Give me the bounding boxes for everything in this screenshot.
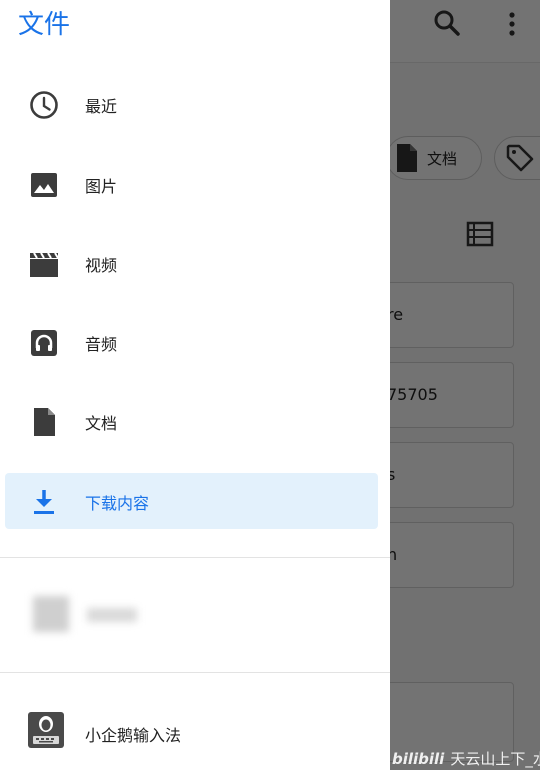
drawer-item-label: 视频 — [85, 256, 118, 275]
drawer-item-documents[interactable]: 文档 — [5, 393, 378, 449]
download-icon — [29, 487, 59, 517]
drawer-item-label: 图片 — [85, 177, 118, 196]
drawer-item-videos[interactable]: 视频 — [5, 235, 378, 291]
storage-device-label-redacted — [87, 608, 137, 622]
drawer-item-label: 文档 — [85, 414, 118, 433]
watermark-text: 天云山上下_水墨 — [450, 750, 540, 768]
watermark-logo: bilibili — [392, 750, 445, 768]
navigation-drawer: 文件 最近 图片 视频 音频 文档 下载内容 小企鹅输入法 — [0, 0, 390, 770]
movie-icon — [29, 249, 59, 279]
storage-device-icon — [33, 596, 69, 632]
drawer-item-app[interactable]: 小企鹅输入法 — [5, 702, 378, 760]
drawer-item-recent[interactable]: 最近 — [5, 76, 378, 132]
drawer-item-audio[interactable]: 音频 — [5, 314, 378, 370]
drawer-item-label: 最近 — [85, 97, 118, 116]
image-icon — [29, 170, 59, 200]
drawer-title: 文件 — [18, 10, 71, 40]
drawer-item-label: 音频 — [85, 335, 118, 354]
drawer-divider — [0, 557, 390, 558]
clock-icon — [29, 90, 59, 120]
keyboard-app-icon — [28, 712, 64, 748]
headphones-icon — [29, 328, 59, 358]
drawer-item-label: 小企鹅输入法 — [85, 726, 182, 745]
watermark: bilibili 天云山上下_水墨 — [392, 748, 540, 770]
drawer-item-downloads[interactable]: 下载内容 — [5, 473, 378, 529]
document-icon — [29, 407, 59, 437]
drawer-divider — [0, 672, 390, 673]
drawer-item-images[interactable]: 图片 — [5, 156, 378, 212]
drawer-item-storage-device[interactable] — [5, 586, 378, 646]
drawer-item-label: 下载内容 — [85, 494, 150, 513]
